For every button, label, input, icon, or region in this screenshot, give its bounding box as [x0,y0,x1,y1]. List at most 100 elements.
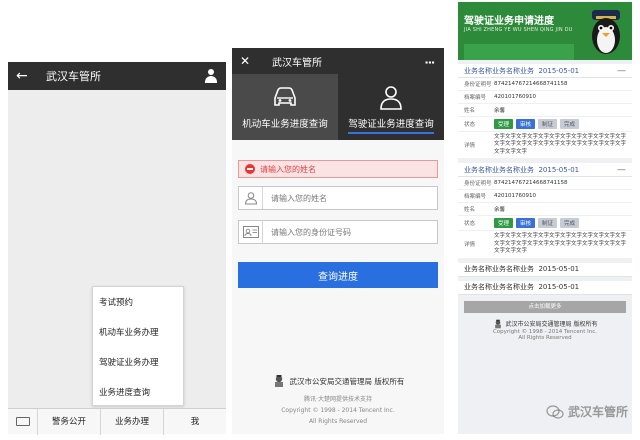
tab-license-progress[interactable]: 驾驶证业务进度查询 [338,74,444,140]
id-field [238,220,438,244]
load-more-button[interactable]: 点击加载更多 [464,300,626,313]
close-icon[interactable]: ✕ [240,54,258,68]
query-progress-button[interactable]: 查询进度 [238,262,438,288]
progress-query-panel: ✕ 武汉车管所 ⋮ 机动车业务进度查询 驾驶证业务进度查询 请输入您的姓名 请输… [232,48,444,434]
step-review: 审核 [516,218,536,229]
status-label: 状态 [464,122,476,128]
bottom-tab-police-public[interactable]: 警务公开 [38,408,101,435]
progress-card: 业务名称业务名称业务 2015-05-01 — 身份证明号 87421476721… [458,64,632,160]
keyboard-icon[interactable] [8,408,38,435]
bottom-tab-business[interactable]: 业务办理 [101,408,164,435]
file-row: 档案编号 420101760910 [458,190,632,204]
footer: 武汉市公安局交通管理局 版权所有 Copyright © 1998 - 2014… [458,319,632,341]
tab-vehicle-progress[interactable]: 机动车业务进度查询 [232,74,338,140]
police-penguin-mascot-icon [592,10,620,54]
id-row: 身份证明号 874214767214668741158 [458,177,632,191]
name-label: 姓名 [464,207,476,214]
error-icon [245,164,255,174]
step-accepted: 受理 [494,218,514,229]
step-accepted: 受理 [494,119,514,129]
wechat-icon [546,404,564,419]
file-label: 档案编号 [464,194,487,201]
file-label: 档案编号 [464,95,487,101]
name-row: 姓名 余馨 [458,104,632,117]
page-title: 武汉车管所 [46,70,101,83]
card-title: 业务名称业务名称业务 [464,283,534,292]
status-steps: 受理 审核 制证 完成 [494,119,626,129]
wechat-menu-panel: ← 武汉车管所 考试预约 机动车业务办理 驾驶证业务办理 业务进度查询 警务公开… [8,62,226,435]
id-label: 身份证明号 [464,181,492,188]
police-badge-icon [494,319,501,328]
id-input[interactable] [263,227,433,237]
menu-item-vehicle-business[interactable]: 机动车业务办理 [93,317,183,347]
screenshot-root: ← 武汉车管所 考试预约 机动车业务办理 驾驶证业务办理 业务进度查询 警务公开… [0,0,640,440]
name-value: 余馨 [494,108,506,114]
tab-label: 驾驶证业务进度查询 [348,116,434,134]
more-icon[interactable]: ⋮ [423,57,436,66]
police-badge-icon [274,375,283,387]
name-input[interactable] [263,193,433,203]
card-date: 2015-05-01 [538,283,580,292]
footer-org: 武汉市公安局交通管理局 版权所有 [458,319,632,329]
error-text: 请输入您的姓名 [260,164,316,174]
status-steps: 受理 审核 制证 完成 [494,218,626,229]
footer: 武汉市公安局交通管理局 版权所有 腾讯·大楚网提供技术支持 Copyright … [232,374,444,425]
menu-item-exam-booking[interactable]: 考试预约 [93,287,183,317]
footer-copyright: Copyright © 1998 - 2014 Tencent Inc. [281,407,395,414]
collapse-icon[interactable]: — [617,66,626,76]
menu-item-license-business[interactable]: 驾驶证业务办理 [93,347,183,377]
id-value: 874214767214668741158 [494,180,568,187]
detail-label: 详情 [464,143,476,150]
status-row: 状态 受理 审核 制证 完成 [458,216,632,232]
card-title: 业务名称业务名称业务 [464,265,534,274]
name-value: 余馨 [494,207,506,214]
step-complete: 完成 [560,218,580,229]
id-value: 874214767214668741158 [494,81,568,87]
footer-rights: All Rights Reserved [308,418,368,425]
step-review: 审核 [516,119,536,129]
footer-support: 腾讯·大楚网提供技术支持 [304,396,372,403]
footer-rights: All Rights Reserved [518,334,572,341]
collapsed-card[interactable]: 业务名称业务名称业务 2015-05-01 [458,280,632,295]
card-date: 2015-05-01 [538,66,580,75]
footer-org-text: 武汉市公安局交通管理局 版权所有 [289,376,405,386]
step-issue: 制证 [538,218,558,229]
back-arrow-icon[interactable]: ← [16,68,36,84]
footer-org: 武汉市公安局交通管理局 版权所有 [232,374,444,388]
banner-subtitle: JIA SHI ZHENG YE WU SHEN QING JIN DU [464,27,573,33]
id-row: 身份证明号 874214767214668741158 [458,78,632,91]
step-issue: 制证 [538,119,558,129]
progress-banner: 驾驶证业务申请进度 JIA SHI ZHENG YE WU SHEN QING … [458,2,632,60]
person-outline-icon [380,86,402,110]
step-complete: 完成 [560,119,580,129]
banner-title: 驾驶证业务申请进度 [464,16,554,27]
page-title: 武汉车管所 [272,57,322,69]
footer-org-text: 武汉市公安局交通管理局 版权所有 [505,321,598,329]
bottom-menu-bar: 警务公开 业务办理 我 [8,408,226,435]
user-icon [239,187,263,209]
menu-item-progress-query[interactable]: 业务进度查询 [93,377,183,407]
detail-label: 详情 [464,242,476,249]
car-icon [274,87,296,106]
person-icon[interactable] [204,69,218,83]
card-date: 2015-05-01 [538,265,580,274]
status-label: 状态 [464,221,476,228]
card-header[interactable]: 业务名称业务名称业务 2015-05-01 — [458,64,632,78]
name-row: 姓名 余馨 [458,203,632,217]
card-header[interactable]: 业务名称业务名称业务 2015-05-01 — [458,163,632,178]
file-value: 420101760910 [494,193,536,200]
bottom-tab-me[interactable]: 我 [164,409,226,435]
id-label: 身份证明号 [464,82,492,88]
name-label: 姓名 [464,108,476,114]
id-card-icon [239,221,263,243]
watermark: 武汉车管所 [546,403,628,420]
detail-row: 详情 文字文字文字文字文字文字文字文字文字文字文字文字文字文字文字文字文字文字文字… [458,231,632,259]
status-row: 状态 受理 审核 制证 完成 [458,117,632,132]
collapsed-card[interactable]: 业务名称业务名称业务 2015-05-01 [458,262,632,277]
detail-row: 详情 文字文字文字文字文字文字文字文字文字文字文字文字文字文字文字文字文字文字文字… [458,132,632,160]
name-field [238,186,438,210]
skyline-graphic [464,44,574,60]
collapse-icon[interactable]: — [617,165,626,175]
watermark-text: 武汉车管所 [567,405,628,419]
file-row: 档案编号 420101760910 [458,91,632,104]
